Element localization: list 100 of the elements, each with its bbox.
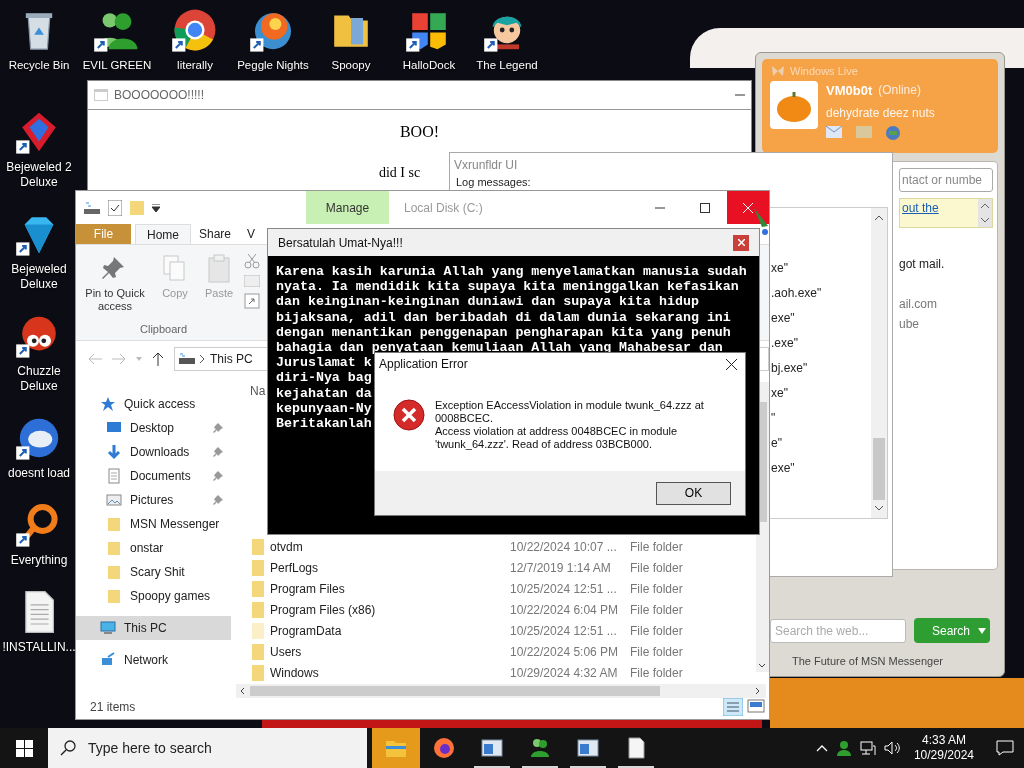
breadcrumb-item[interactable]: This PC bbox=[210, 350, 253, 368]
network-icon[interactable] bbox=[859, 740, 876, 756]
file-row[interactable]: Program Files 10/25/2024 12:51 ... File folder bbox=[236, 578, 754, 599]
banner-link[interactable]: out the bbox=[902, 199, 939, 217]
nav-item[interactable]: This PC bbox=[76, 616, 231, 640]
nav-item[interactable]: Scary Shit bbox=[76, 560, 231, 584]
window-icon bbox=[481, 737, 503, 759]
pumpkin-drawing bbox=[770, 80, 818, 129]
nav-item[interactable]: Network bbox=[76, 648, 231, 672]
window-title: Bersatulah Umat-Nya!!! bbox=[278, 234, 403, 252]
nav-item[interactable]: Desktop bbox=[76, 416, 231, 440]
folder-icon bbox=[106, 588, 122, 604]
scissors-icon[interactable] bbox=[244, 253, 260, 269]
clock[interactable]: 4:33 AM 10/29/2024 bbox=[907, 733, 980, 763]
chevron-up-icon[interactable] bbox=[815, 744, 828, 752]
icon-label[interactable]: doesnt load bbox=[5, 466, 73, 481]
error-message: Exception EAccessViolation in module twunk_64.zzz at 0008BCEC. bbox=[435, 399, 705, 425]
close-button[interactable] bbox=[733, 234, 749, 251]
window-title: Local Disk (C:) bbox=[404, 199, 484, 217]
contact-search-field[interactable]: ntact or numbe bbox=[899, 168, 993, 192]
pin-icon bbox=[213, 471, 223, 481]
nav-item[interactable]: Spoopy games bbox=[76, 584, 231, 608]
dialog-title: Application Error bbox=[379, 356, 468, 373]
log-line: .exe" bbox=[771, 335, 799, 352]
file-row[interactable]: Program Files (x86) 10/22/2024 6:04 PM File folder bbox=[236, 599, 754, 620]
icon-label[interactable]: Peggle Nights bbox=[237, 58, 309, 73]
horizontal-scrollbar-drawing[interactable] bbox=[236, 684, 766, 698]
icon-label[interactable]: HalloDock bbox=[402, 58, 456, 73]
nav-item[interactable]: MSN Messenger bbox=[76, 512, 231, 536]
maximize-icon[interactable] bbox=[699, 202, 710, 213]
taskbar-search-field[interactable]: Type here to search bbox=[48, 728, 367, 768]
pin-icon bbox=[213, 447, 223, 457]
drive-icon[interactable] bbox=[84, 200, 100, 215]
file-row[interactable]: Users 10/22/2024 5:06 PM File folder bbox=[236, 641, 754, 662]
ribbon-tab[interactable]: V bbox=[239, 224, 264, 244]
notification-icon[interactable] bbox=[996, 740, 1014, 756]
scroll-arrows-icon[interactable] bbox=[978, 199, 992, 227]
icon-label[interactable]: Chuzzle Deluxe bbox=[0, 364, 78, 394]
dropdown-arrow-icon[interactable] bbox=[152, 203, 160, 212]
contact-entry[interactable]: got mail. bbox=[899, 254, 993, 274]
nav-item[interactable]: Pictures bbox=[76, 488, 231, 512]
properties-icon[interactable] bbox=[108, 199, 122, 216]
icon-label[interactable]: Everything bbox=[8, 553, 70, 568]
console-text-line: nyata. Ia mendidik kita supaya kita meninggalkan kefasikan bbox=[276, 279, 739, 295]
contact-entry[interactable]: ube bbox=[899, 314, 993, 334]
nav-item[interactable]: Documents bbox=[76, 464, 231, 488]
icon-label[interactable]: !INSTALLIN... bbox=[0, 640, 78, 655]
computer-icon bbox=[100, 620, 116, 636]
ribbon-tab[interactable]: Home bbox=[135, 224, 191, 244]
icon-label[interactable]: literally bbox=[177, 58, 213, 73]
footer-text: The Future of MSN Messenger bbox=[792, 654, 943, 669]
icon-label[interactable]: Bejeweled Deluxe bbox=[0, 262, 78, 292]
icon-label[interactable]: Bejeweled 2 Deluxe bbox=[0, 160, 78, 190]
web-search-field[interactable]: Search the web... bbox=[770, 618, 906, 643]
log-line: exe" bbox=[771, 310, 796, 327]
icon-label[interactable]: EVIL GREEN bbox=[82, 58, 152, 73]
ok-button[interactable]: OK bbox=[656, 481, 731, 505]
log-line: e" bbox=[771, 435, 783, 452]
folder-icon bbox=[252, 664, 264, 681]
nav-item[interactable]: Quick access bbox=[76, 392, 231, 416]
computer-icon bbox=[179, 352, 195, 366]
nav-item[interactable]: Downloads bbox=[76, 440, 231, 464]
icon-label[interactable]: The Legend bbox=[476, 58, 538, 73]
folder-icon bbox=[106, 516, 122, 532]
star-icon bbox=[100, 396, 116, 412]
ribbon-tab[interactable]: Share bbox=[191, 224, 240, 244]
log-line: bj.exe" bbox=[771, 360, 809, 377]
window-title: BOOOOOOO!!!!! bbox=[114, 87, 205, 104]
console-text-line: bijaksana, adil dan beribadah di dalam dunia sekarang ini bbox=[276, 309, 731, 325]
console-text-line: kepunyaan-Ny bbox=[276, 400, 372, 417]
tiles-view-icon[interactable] bbox=[747, 698, 765, 714]
file-row[interactable]: ProgramData 10/25/2024 12:51 ... File folder bbox=[236, 620, 754, 641]
network-icon bbox=[100, 652, 116, 668]
file-row[interactable]: PerfLogs 12/7/2019 1:14 AM File folder bbox=[236, 557, 754, 578]
icon-label[interactable]: Recycle Bin bbox=[8, 58, 70, 73]
file-row[interactable]: Windows 10/29/2024 4:32 AM File folder bbox=[236, 662, 754, 683]
nav-item[interactable]: onstar bbox=[76, 536, 231, 560]
console-text-line: Juruslamat k bbox=[276, 355, 372, 371]
heading-text: BOO! bbox=[399, 122, 440, 142]
file-row[interactable]: otvdm 10/22/2024 10:07 ... File folder bbox=[236, 536, 754, 557]
log-line: exe" bbox=[771, 460, 796, 477]
body-text: did I sc bbox=[378, 164, 421, 182]
volume-icon[interactable] bbox=[883, 740, 900, 756]
log-line: xe" bbox=[771, 260, 789, 277]
up-arrow-icon[interactable] bbox=[152, 352, 164, 366]
windows-logo-icon[interactable] bbox=[15, 739, 33, 757]
error-icon bbox=[393, 399, 425, 431]
folder-icon bbox=[252, 559, 264, 576]
scrollbar-drawing[interactable] bbox=[871, 208, 887, 518]
close-icon[interactable] bbox=[726, 358, 737, 370]
manage-tab[interactable]: Manage bbox=[306, 191, 389, 224]
console-text-line: kejahatan da bbox=[276, 385, 372, 401]
app-window-icon bbox=[94, 89, 108, 101]
console-text-line: dan keinginan-keinginan duniawi dan supaya kita hidup bbox=[276, 294, 699, 310]
icon-label[interactable]: Spoopy bbox=[331, 58, 371, 73]
folder-icon bbox=[106, 564, 122, 580]
contact-entry[interactable]: ail.com bbox=[899, 294, 993, 314]
ribbon-button[interactable]: Pin to Quick access bbox=[80, 253, 150, 313]
down-arrow-icon bbox=[106, 444, 122, 460]
status-text: 21 items bbox=[90, 699, 136, 716]
